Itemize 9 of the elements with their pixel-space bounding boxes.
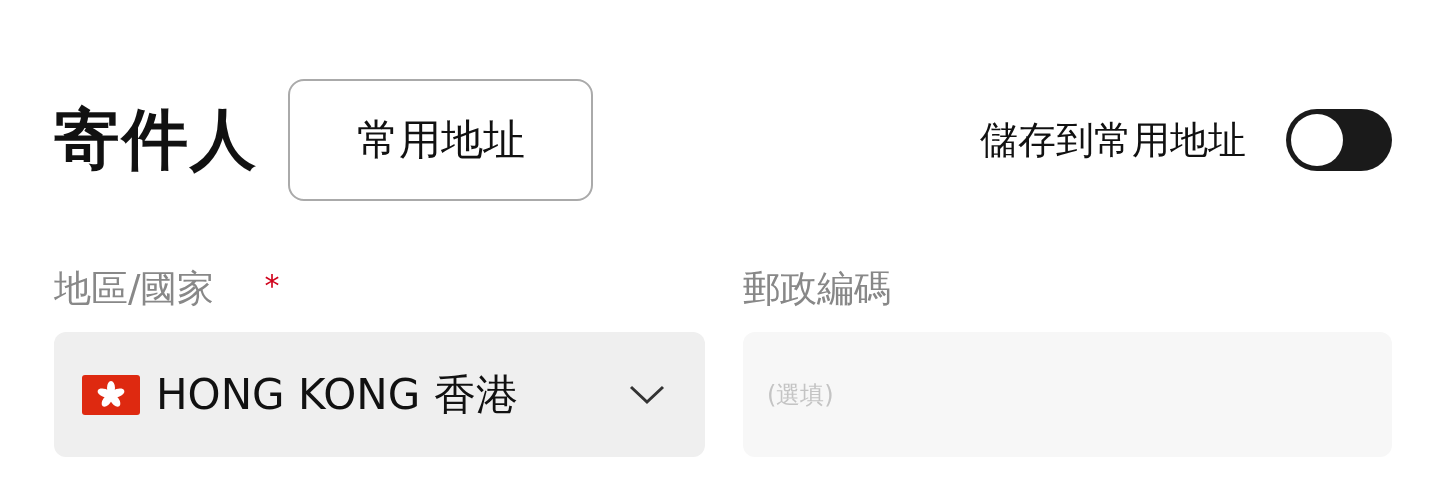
required-mark: * <box>264 268 280 303</box>
field-label: 地區/國家 <box>54 266 215 312</box>
country-select[interactable]: HONG KONG 香港 <box>54 332 705 457</box>
address-book-button[interactable]: 常用地址 <box>288 79 593 201</box>
save-toggle-label: 儲存到常用地址 <box>980 116 1246 164</box>
field-label: 郵政編碼 <box>743 266 891 312</box>
flag-icon <box>82 374 140 415</box>
chevron-down-icon <box>629 384 665 405</box>
section-title: 寄件人 <box>54 100 258 180</box>
